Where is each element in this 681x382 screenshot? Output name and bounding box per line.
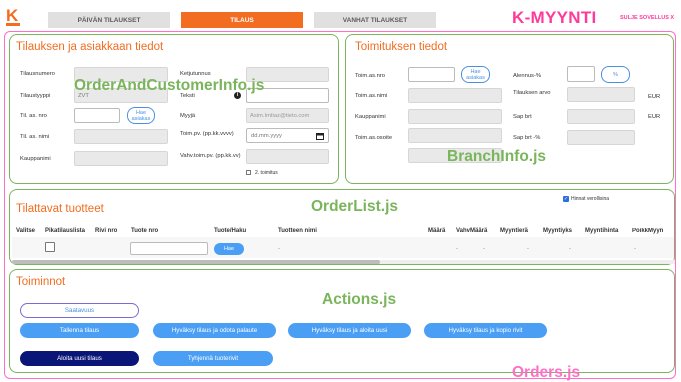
til-as-nimi-label: Til. as. nimi [20, 134, 50, 140]
toinen-toimitus-label: 2. toimitus [255, 170, 278, 176]
logo-underline [6, 23, 20, 26]
calendar-icon[interactable] [316, 132, 324, 140]
sap-brt-label: Sap brt [513, 114, 532, 120]
hinnat-verollisina-checkbox[interactable]: ✓ [563, 196, 569, 202]
scrollbar-thumb[interactable] [12, 260, 380, 264]
row-myyntiyks: - [569, 246, 571, 252]
orders-component-label: Orders.js [512, 364, 581, 381]
tilauksen-arvo-label: Tilauksen arvo [513, 90, 551, 96]
col-pikatilauslista: Pikatilauslista [45, 228, 86, 234]
toim-pv-placeholder: dd.mm.yyyy [251, 133, 282, 139]
col-vahv-maara: VahvMäärä [456, 228, 488, 234]
col-tuote-haku: Tuote/Haku [214, 228, 247, 234]
branch-hae-asiakas-button[interactable]: Hae asiakas [461, 66, 490, 83]
col-myyntihinta: Myyntihinta [585, 228, 619, 234]
row-tuotteen-nimi: - [278, 246, 280, 252]
col-valitse: Valitse [16, 228, 36, 234]
toim-as-nro-label: Toim.as.nro [355, 73, 385, 79]
toim-as-nro-field[interactable] [408, 67, 455, 82]
alennus-field[interactable] [567, 66, 595, 82]
percent-button[interactable]: % [601, 66, 630, 83]
eur-label-2: EUR [648, 114, 661, 120]
eur-label-1: EUR [648, 94, 661, 100]
col-tuote-nro: Tuote nro [131, 228, 159, 234]
tab-tilaus[interactable]: TILAUS [181, 12, 303, 28]
branch-kauppanimi-field[interactable] [408, 109, 502, 124]
table-row [12, 237, 674, 258]
toim-pv-label: Toim.pv. (pp.kk.vvvv) [180, 131, 234, 137]
col-poikk-myyn: PoikkMyyn [632, 228, 664, 234]
hyvaksy-odota-button[interactable]: Hyväksy tilaus ja odota palaute [153, 323, 276, 338]
hinnat-verollisina-label: Hinnat verollisina [571, 196, 610, 202]
tallenna-tilaus-button[interactable]: Tallenna tilaus [20, 323, 139, 338]
branch-component-label: BranchInfo.js [447, 148, 547, 165]
kauppanimi-field[interactable] [74, 151, 168, 166]
row-vahv-maara: - [483, 246, 485, 252]
aloita-uusi-tilaus-button[interactable]: Aloita uusi tilaus [20, 351, 139, 366]
til-as-nimi-field[interactable] [74, 129, 168, 144]
toim-as-osoite-field-1[interactable] [408, 128, 502, 143]
close-app-button[interactable]: SULJE SOVELLUS X [620, 15, 674, 21]
sap-brt-pct-field[interactable] [567, 130, 635, 145]
k-logo: K [6, 6, 20, 27]
hyvaksy-kopio-button[interactable]: Hyväksy tilaus ja kopio rivit [424, 323, 547, 338]
myyja-label: Myyjä [180, 113, 196, 119]
orderlist-component-label: OrderList.js [311, 198, 398, 215]
col-myyntiera: Myyntierä [500, 228, 529, 234]
branch-kauppanimi-label: Kauppanimi [355, 114, 386, 120]
vahv-toim-pv-label: Vahv.toim.pv. (pp.kk.vv) [180, 153, 241, 159]
row-maara: - [456, 246, 458, 252]
toinen-toimitus-checkbox[interactable] [246, 170, 251, 175]
row-myyntiera: - [527, 246, 529, 252]
tilauksen-arvo-field[interactable] [567, 87, 635, 102]
toim-as-osoite-label: Toim.as.osoite [355, 135, 393, 141]
tab-vanhat-tilaukset[interactable]: VANHAT TILAUKSET [314, 12, 436, 28]
toim-as-nimi-label: Toim.as.nimi [355, 93, 388, 99]
tuote-nro-input[interactable] [130, 242, 208, 255]
row-myyntihinta: - [634, 246, 636, 252]
tab-paivan-tilaukset[interactable]: PÄIVÄN TILAUKSET [48, 12, 170, 28]
tilausnumero-label: Tilausnumero [20, 71, 55, 77]
order-customer-component-label: OrderAndCustomerInfo.js [74, 77, 265, 94]
kauppanimi-label: Kauppanimi [20, 156, 51, 162]
til-as-nro-label: Til. as. nro [20, 113, 47, 119]
col-tuotteen-nimi: Tuotteen nimi [278, 228, 317, 234]
pikatilauslista-checkbox[interactable] [45, 242, 55, 252]
sap-brt-pct-label: Sap brt -% [513, 135, 541, 141]
vahv-toim-pv-field[interactable] [246, 149, 329, 164]
hae-asiakas-button[interactable]: Hae asiakas [127, 107, 155, 124]
saatavuus-button[interactable]: Saatavuus [20, 303, 139, 318]
customer-panel-title: Tilauksen ja asiakkaan tiedot [16, 41, 164, 53]
col-rivi-nro: Rivi nro [95, 228, 118, 234]
hae-tuote-button[interactable]: Hae [214, 243, 244, 255]
app-brand: K-MYYNTI [512, 8, 597, 27]
tilaustyyppi-label: Tilaustyyppi [20, 93, 51, 99]
sap-brt-field[interactable] [567, 109, 635, 124]
hyvaksy-aloita-button[interactable]: Hyväksy tilaus ja aloita uusi [288, 323, 411, 338]
tyhjenna-tuoterivit-button[interactable]: Tyhjennä tuoterivit [153, 351, 273, 366]
col-maara: Määrä [428, 228, 446, 234]
orderlist-panel-title: Tilattavat tuotteet [16, 203, 104, 215]
col-myyntiyks: Myyntiyks [543, 228, 573, 234]
actions-component-label: Actions.js [322, 291, 397, 308]
actions-panel-title: Toiminnot [16, 276, 66, 288]
alennus-label: Alennus-% [513, 73, 542, 79]
myyja-field[interactable]: Asim.Imtiaz@tieto.com [246, 108, 329, 123]
branch-panel-title: Toimituksen tiedot [355, 41, 448, 53]
toim-pv-date-input[interactable]: dd.mm.yyyy [246, 128, 329, 143]
toim-as-nimi-field[interactable] [408, 88, 502, 103]
til-as-nro-field[interactable] [74, 108, 120, 123]
